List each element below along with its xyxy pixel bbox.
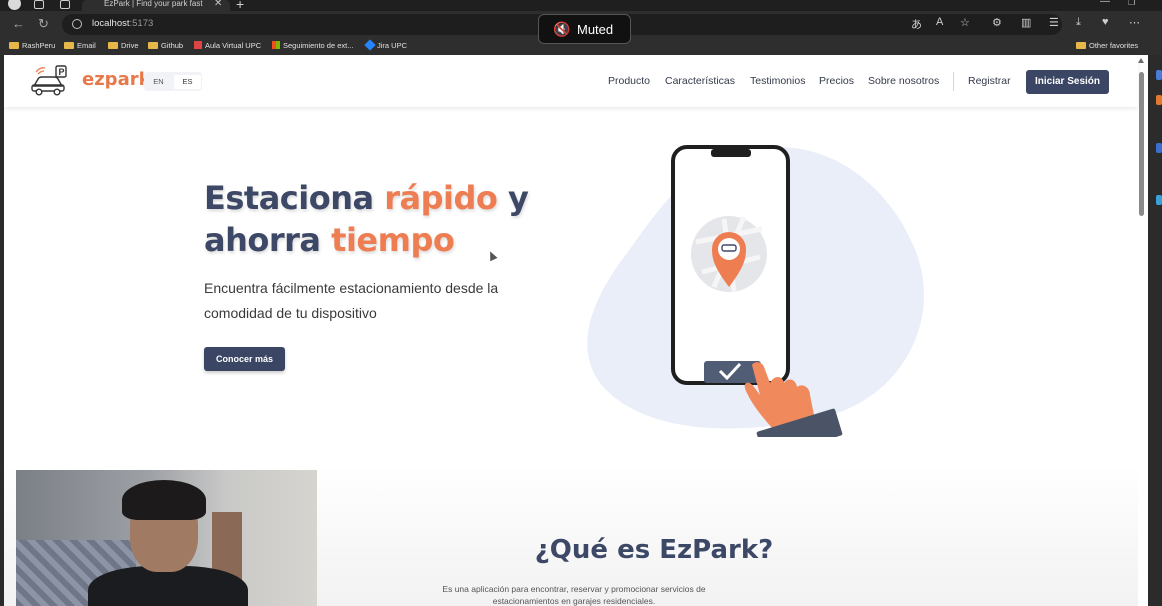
- hero-title: Estaciona rápido y ahorra tiempo: [204, 179, 529, 259]
- phone-parking-illustration: [587, 145, 924, 437]
- sidebar-app-icon[interactable]: [1156, 143, 1162, 153]
- reload-icon[interactable]: ↻: [38, 16, 49, 32]
- folder-icon: [1076, 42, 1086, 49]
- speaker-muted-icon: 🔇: [553, 21, 571, 37]
- url-text[interactable]: localhost:5173: [92, 18, 153, 29]
- tab-title: EzPark | Find your park fast: [104, 0, 203, 8]
- other-favorites[interactable]: Other favorites: [1076, 41, 1138, 50]
- learn-more-button[interactable]: Conocer más: [204, 347, 285, 371]
- maximize-icon[interactable]: ❐: [1128, 0, 1135, 7]
- minimize-icon[interactable]: —: [1100, 0, 1110, 7]
- sidebar-edge: [1148, 55, 1162, 606]
- tab-ezpark[interactable]: EzPark | Find your park fast ✕: [82, 0, 230, 11]
- webcam-person-hair: [122, 480, 206, 520]
- muted-indicator: 🔇 Muted: [538, 14, 631, 44]
- tab-strip: EzPark | Find your park fast ✕ + — ❐: [0, 0, 1162, 12]
- sidebar-app-icon[interactable]: [1156, 95, 1162, 105]
- tab-actions-icon[interactable]: [60, 0, 70, 9]
- site-navbar: P ezpark EN ES Producto Características …: [4, 55, 1138, 107]
- folder-icon: [148, 42, 158, 49]
- lang-en-button[interactable]: EN: [145, 75, 172, 89]
- profile-avatar[interactable]: [8, 0, 21, 10]
- folder-icon: [64, 42, 74, 49]
- svg-text:P: P: [59, 67, 65, 77]
- folder-icon: [108, 42, 118, 49]
- webcam-overlay: [16, 470, 317, 606]
- read-aloud-icon[interactable]: A: [936, 16, 943, 28]
- more-menu-icon[interactable]: ⋯: [1129, 16, 1140, 29]
- bookmark-item[interactable]: Github: [148, 41, 183, 50]
- extensions-icon[interactable]: ⚙: [992, 16, 1002, 29]
- folder-icon: [9, 42, 19, 49]
- lang-es-button[interactable]: ES: [174, 75, 201, 89]
- page-scrollbar[interactable]: [1138, 58, 1144, 548]
- brand-logo-text[interactable]: ezpark: [82, 69, 151, 90]
- scroll-up-icon[interactable]: [1138, 58, 1144, 63]
- language-toggle: EN ES: [144, 72, 202, 91]
- performance-icon[interactable]: ♥: [1102, 16, 1109, 28]
- muted-label: Muted: [577, 22, 614, 37]
- browser-window: EzPark | Find your park fast ✕ + — ❐ ← ↻…: [0, 0, 1162, 606]
- scrollbar-thumb[interactable]: [1139, 72, 1144, 216]
- translate-icon[interactable]: あ: [911, 16, 922, 32]
- webcam-person-body: [88, 566, 248, 606]
- bookmark-item[interactable]: Email: [64, 41, 96, 50]
- about-description: Es una aplicación para encontrar, reserv…: [442, 584, 706, 606]
- bookmark-item[interactable]: RashPeru: [9, 41, 55, 50]
- nav-divider: [953, 72, 954, 91]
- car-parking-logo-icon: P: [31, 65, 67, 96]
- nav-link-caracteristicas[interactable]: Características: [665, 75, 735, 87]
- register-link[interactable]: Registrar: [968, 75, 1011, 87]
- nav-link-sobre-nosotros[interactable]: Sobre nosotros: [868, 75, 939, 87]
- split-screen-icon[interactable]: ▥: [1021, 16, 1031, 29]
- downloads-icon[interactable]: ⤓: [1076, 16, 1081, 29]
- bookmark-item[interactable]: Jira UPC: [364, 39, 407, 51]
- nav-link-producto[interactable]: Producto: [608, 75, 650, 87]
- favorite-star-icon[interactable]: ☆: [960, 16, 970, 29]
- sidebar-app-icon[interactable]: [1156, 195, 1162, 205]
- sidebar-app-icon[interactable]: [1156, 70, 1162, 80]
- site-info-icon[interactable]: [72, 19, 82, 29]
- microsoft-icon: [272, 41, 280, 49]
- workspaces-icon[interactable]: [34, 0, 44, 9]
- hero-subtitle: Encuentra fácilmente estacionamiento des…: [204, 280, 499, 321]
- jira-icon: [364, 39, 376, 51]
- nav-link-testimonios[interactable]: Testimonios: [750, 75, 805, 87]
- back-arrow-icon[interactable]: ←: [12, 16, 25, 31]
- favorites-icon[interactable]: ☰: [1049, 16, 1059, 29]
- bookmark-item[interactable]: Drive: [108, 41, 139, 50]
- login-button[interactable]: Iniciar Sesión: [1026, 70, 1109, 94]
- upc-icon: [194, 41, 202, 49]
- close-icon[interactable]: ✕: [214, 0, 222, 9]
- nav-link-precios[interactable]: Precios: [819, 75, 854, 87]
- bookmark-item[interactable]: Aula Virtual UPC: [194, 41, 261, 50]
- bookmark-item[interactable]: Seguimiento de ext...: [272, 41, 353, 50]
